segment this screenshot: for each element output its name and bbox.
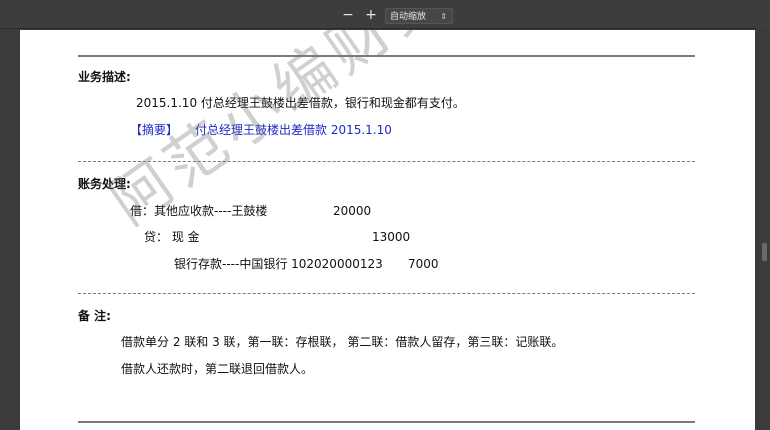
zoom-select-value: 自动缩放 xyxy=(390,12,427,22)
business-heading: 业务描述: xyxy=(78,70,131,84)
dashed-divider-2 xyxy=(78,293,695,294)
pdf-toolbar: − + 自动缩放 ⇕ xyxy=(0,0,770,29)
business-text: 2015.1.10 付总经理王鼓楼出差借款，银行和现金都有支付。 xyxy=(136,96,465,110)
notes-heading: 备 注: xyxy=(78,309,111,323)
notes-line-2: 借款人还款时，第二联退回借款人。 xyxy=(121,362,314,376)
debit-amount: 20000 xyxy=(333,204,372,218)
debit-account: 借：其他应收款----王鼓楼 xyxy=(130,204,268,218)
credit-amount-2: 7000 xyxy=(408,257,439,271)
credit-account-2: 银行存款----中国银行 102020000123 xyxy=(174,257,383,271)
accounting-heading: 账务处理: xyxy=(78,177,131,191)
chevron-updown-icon: ⇕ xyxy=(440,12,447,21)
notes-line-1: 借款单分 2 联和 3 联，第一联：存根联， 第二联：借款人留存，第三联：记账联… xyxy=(121,335,564,349)
credit-account-1: 贷： 现 金 xyxy=(144,230,200,244)
top-divider xyxy=(78,55,695,57)
dashed-divider-1 xyxy=(78,161,695,162)
credit-amount-1: 13000 xyxy=(372,230,411,244)
zoom-in-button[interactable]: + xyxy=(362,7,380,23)
bottom-divider xyxy=(78,421,695,423)
zoom-out-button[interactable]: − xyxy=(339,7,357,23)
zoom-select[interactable]: 自动缩放 ⇕ xyxy=(385,8,453,24)
scrollbar[interactable] xyxy=(756,28,770,430)
summary-label: 【摘要】 xyxy=(130,123,179,137)
scrollbar-thumb[interactable] xyxy=(762,243,767,261)
summary-text: 付总经理王鼓楼出差借款 2015.1.10 xyxy=(195,123,392,137)
document-page: 业务描述: 2015.1.10 付总经理王鼓楼出差借款，银行和现金都有支付。 【… xyxy=(20,30,755,430)
